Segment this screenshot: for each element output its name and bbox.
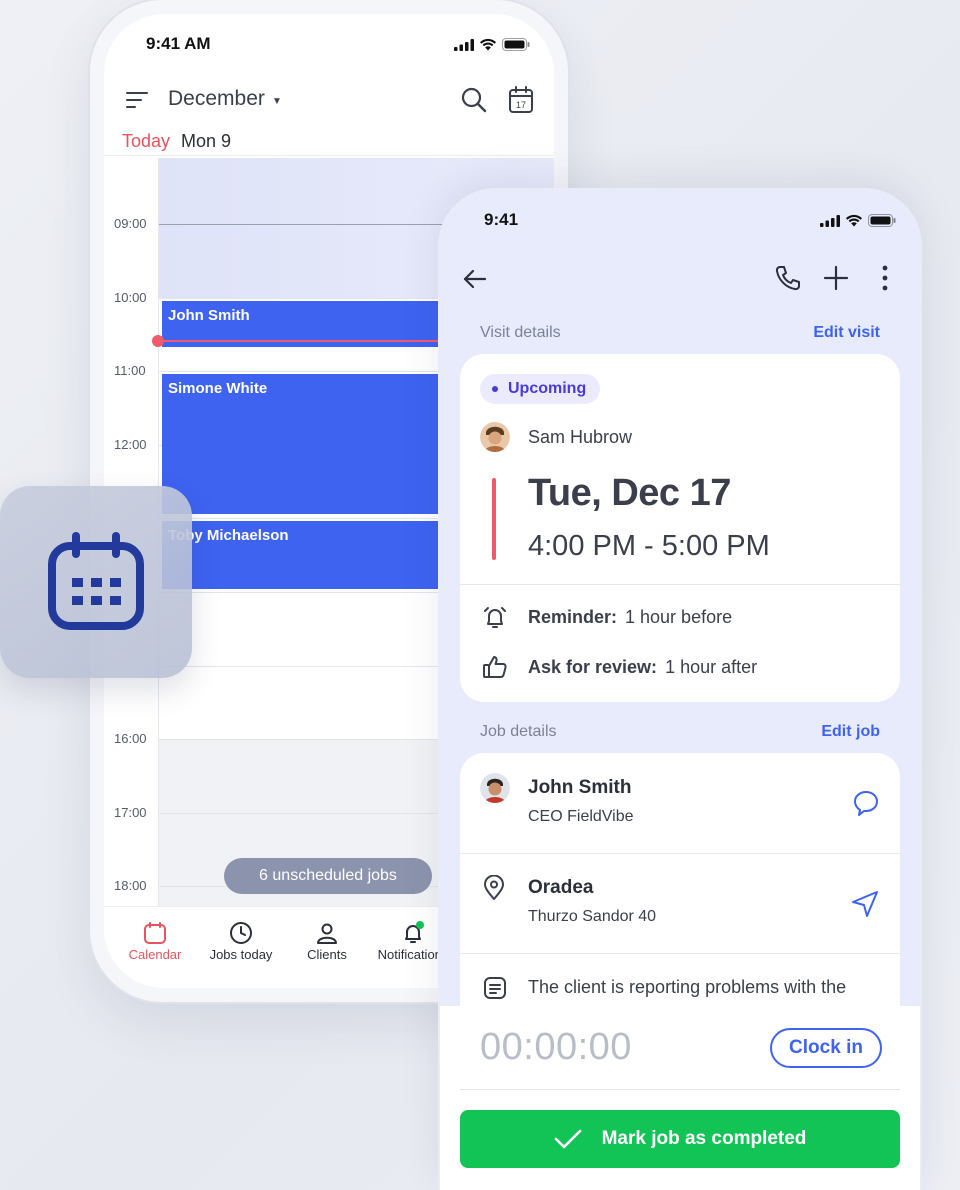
- visit-details-phone: 9:41 Visit details Edit visit Upcoming S…: [440, 190, 920, 1190]
- bottom-action-panel: 00:00:00 Clock in Mark job as completed: [440, 1006, 920, 1190]
- navigation-arrow-icon[interactable]: [850, 889, 880, 919]
- mark-completed-label: Mark job as completed: [601, 1128, 807, 1149]
- tab-label: Clients: [307, 947, 347, 962]
- hour-label: 09:00: [114, 216, 147, 231]
- tab-jobs-today[interactable]: Jobs today: [196, 919, 286, 962]
- avatar: [480, 422, 510, 452]
- wifi-icon: [846, 214, 862, 227]
- visit-date: Tue, Dec 17: [528, 472, 731, 514]
- hour-label: 18:00: [114, 878, 147, 893]
- mark-completed-button[interactable]: Mark job as completed: [460, 1110, 900, 1168]
- bell-icon: [405, 921, 424, 943]
- visit-card: Upcoming Sam Hubrow Tue, Dec 17 4:00 PM …: [460, 354, 900, 702]
- checkmark-icon: [554, 1129, 581, 1149]
- user-icon: [317, 923, 337, 944]
- calendar-today-icon[interactable]: 17: [508, 86, 534, 114]
- status-bar: 9:41 AM: [104, 34, 554, 58]
- job-card: John Smith CEO FieldVibe Oradea Thurzo S…: [460, 753, 900, 1033]
- hour-label: 17:00: [114, 805, 147, 820]
- status-bar: 9:41: [440, 210, 920, 234]
- back-arrow-icon[interactable]: [462, 266, 488, 292]
- client-role: CEO FieldVibe: [528, 808, 634, 825]
- status-time: 9:41 AM: [146, 34, 211, 53]
- job-details-label: Job details: [480, 723, 557, 740]
- chat-bubble-icon[interactable]: [852, 789, 880, 817]
- avatar: [480, 773, 510, 803]
- battery-icon: [502, 38, 530, 51]
- clock-in-button[interactable]: Clock in: [770, 1028, 882, 1068]
- tab-calendar[interactable]: Calendar: [110, 919, 200, 962]
- today-label[interactable]: Today: [122, 131, 170, 152]
- review-row[interactable]: Ask for review: 1 hour after: [528, 657, 757, 678]
- visit-accent-bar: [492, 478, 496, 560]
- hour-label: 16:00: [114, 731, 147, 746]
- more-vertical-icon[interactable]: [880, 264, 890, 292]
- tab-label: Calendar: [128, 947, 182, 962]
- hour-label: 10:00: [114, 290, 147, 305]
- search-icon[interactable]: [460, 86, 488, 114]
- month-selector[interactable]: December: [168, 87, 265, 111]
- reminder-row[interactable]: Reminder: 1 hour before: [528, 607, 732, 628]
- location-pin-icon: [484, 875, 504, 900]
- calendar-icon: [144, 922, 166, 944]
- status-badge: Upcoming: [480, 374, 601, 404]
- alarm-icon: [484, 607, 506, 628]
- calendar-app-badge: [0, 486, 192, 678]
- unscheduled-jobs-pill[interactable]: 6 unscheduled jobs: [224, 858, 432, 894]
- job-note: The client is reporting problems with th…: [528, 977, 847, 997]
- visit-time-range: 4:00 PM - 5:00 PM: [528, 530, 770, 562]
- calendar-badge-icon: [48, 532, 144, 630]
- hour-label: 12:00: [114, 437, 147, 452]
- tab-label: Jobs today: [209, 947, 273, 962]
- location-name: Oradea: [528, 877, 594, 898]
- hour-label: 11:00: [114, 363, 146, 378]
- plus-icon[interactable]: [822, 264, 850, 292]
- current-time-dot: [152, 335, 164, 347]
- signal-icon: [820, 214, 840, 227]
- client-name: John Smith: [528, 777, 632, 798]
- technician-name: Sam Hubrow: [528, 427, 633, 447]
- clock-icon: [230, 922, 252, 944]
- visit-toolbar: [440, 262, 920, 298]
- phone-icon[interactable]: [774, 264, 802, 292]
- tab-clients[interactable]: Clients: [282, 919, 372, 962]
- timer-display: 00:00:00: [480, 1026, 632, 1068]
- wifi-icon: [480, 38, 496, 51]
- note-icon: [484, 977, 506, 999]
- svg-text:17: 17: [516, 100, 526, 110]
- thumbs-up-icon: [483, 656, 507, 678]
- caret-down-icon[interactable]: ▼: [272, 96, 282, 107]
- day-label: Mon 9: [181, 131, 232, 151]
- edit-visit-link[interactable]: Edit visit: [813, 324, 880, 342]
- edit-job-link[interactable]: Edit job: [821, 723, 880, 741]
- signal-icon: [454, 38, 474, 51]
- date-row: Today Mon 9: [104, 130, 554, 156]
- battery-icon: [868, 214, 896, 227]
- visit-details-label: Visit details: [480, 324, 561, 341]
- filter-menu-icon[interactable]: [126, 90, 150, 110]
- status-time: 9:41: [484, 210, 519, 229]
- location-address: Thurzo Sandor 40: [528, 908, 657, 925]
- calendar-header: December ▼ 17: [104, 84, 554, 124]
